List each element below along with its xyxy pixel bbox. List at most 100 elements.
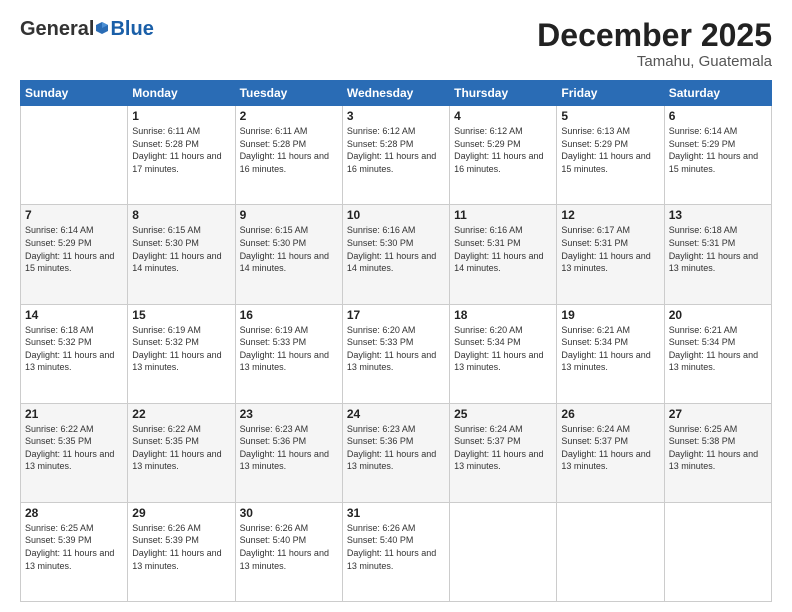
calendar-header-row: SundayMondayTuesdayWednesdayThursdayFrid… [21,81,772,106]
calendar-cell: 7 Sunrise: 6:14 AMSunset: 5:29 PMDaylight… [21,205,128,304]
calendar-cell: 17 Sunrise: 6:20 AMSunset: 5:33 PMDayligh… [342,304,449,403]
day-header-sunday: Sunday [21,81,128,106]
calendar-cell: 12 Sunrise: 6:17 AMSunset: 5:31 PMDayligh… [557,205,664,304]
day-info: Sunrise: 6:26 AMSunset: 5:40 PMDaylight:… [240,522,338,572]
day-number: 22 [132,407,230,421]
day-info: Sunrise: 6:25 AMSunset: 5:39 PMDaylight:… [25,522,123,572]
calendar-cell: 2Sunrise: 6:11 AMSunset: 5:28 PMDaylight… [235,106,342,205]
calendar-week-row: 21 Sunrise: 6:22 AMSunset: 5:35 PMDayligh… [21,403,772,502]
calendar-cell: 28 Sunrise: 6:25 AMSunset: 5:39 PMDayligh… [21,502,128,601]
day-number: 31 [347,506,445,520]
day-info: Sunrise: 6:23 AMSunset: 5:36 PMDaylight:… [347,423,445,473]
day-header-tuesday: Tuesday [235,81,342,106]
calendar-cell: 27 Sunrise: 6:25 AMSunset: 5:38 PMDayligh… [664,403,771,502]
day-number: 7 [25,208,123,222]
calendar-cell: 26 Sunrise: 6:24 AMSunset: 5:37 PMDayligh… [557,403,664,502]
day-number: 1 [132,109,230,123]
calendar-cell: 22 Sunrise: 6:22 AMSunset: 5:35 PMDayligh… [128,403,235,502]
day-info: Sunrise: 6:15 AMSunset: 5:30 PMDaylight:… [132,224,230,274]
calendar-cell: 8 Sunrise: 6:15 AMSunset: 5:30 PMDaylight… [128,205,235,304]
day-info: Sunrise: 6:16 AMSunset: 5:30 PMDaylight:… [347,224,445,274]
day-number: 17 [347,308,445,322]
day-number: 26 [561,407,659,421]
day-number: 15 [132,308,230,322]
calendar-cell: 1 Sunrise: 6:11 AMSunset: 5:28 PMDaylight… [128,106,235,205]
calendar-cell: 13 Sunrise: 6:18 AMSunset: 5:31 PMDayligh… [664,205,771,304]
day-number: 19 [561,308,659,322]
day-number: 9 [240,208,338,222]
calendar-cell: 20Sunrise: 6:21 AMSunset: 5:34 PMDayligh… [664,304,771,403]
day-info: Sunrise: 6:18 AMSunset: 5:31 PMDaylight:… [669,224,767,274]
day-info: Sunrise: 6:15 AMSunset: 5:30 PMDaylight:… [240,224,338,274]
day-number: 18 [454,308,552,322]
day-info: Sunrise: 6:22 AMSunset: 5:35 PMDaylight:… [25,423,123,473]
calendar-cell: 23 Sunrise: 6:23 AMSunset: 5:36 PMDayligh… [235,403,342,502]
logo-general-text: General [20,18,94,41]
day-number: 8 [132,208,230,222]
day-number: 27 [669,407,767,421]
calendar-cell: 24Sunrise: 6:23 AMSunset: 5:36 PMDayligh… [342,403,449,502]
day-number: 10 [347,208,445,222]
day-number: 16 [240,308,338,322]
day-info: Sunrise: 6:14 AMSunset: 5:29 PMDaylight:… [25,224,123,274]
day-number: 4 [454,109,552,123]
calendar-cell: 25Sunrise: 6:24 AMSunset: 5:37 PMDayligh… [450,403,557,502]
logo-text: General Blue [20,18,154,41]
calendar-cell: 15 Sunrise: 6:19 AMSunset: 5:32 PMDayligh… [128,304,235,403]
day-info: Sunrise: 6:14 AMSunset: 5:29 PMDaylight:… [669,125,767,175]
calendar-cell [21,106,128,205]
logo-icon [95,21,109,35]
calendar-cell: 4 Sunrise: 6:12 AMSunset: 5:29 PMDaylight… [450,106,557,205]
calendar-cell: 30 Sunrise: 6:26 AMSunset: 5:40 PMDayligh… [235,502,342,601]
day-info: Sunrise: 6:20 AMSunset: 5:34 PMDaylight:… [454,324,552,374]
day-info: Sunrise: 6:11 AMSunset: 5:28 PMDaylight:… [132,125,230,175]
day-info: Sunrise: 6:21 AMSunset: 5:34 PMDaylight:… [669,324,767,374]
day-info: Sunrise: 6:13 AMSunset: 5:29 PMDaylight:… [561,125,659,175]
day-number: 13 [669,208,767,222]
day-info: Sunrise: 6:19 AMSunset: 5:32 PMDaylight:… [132,324,230,374]
day-number: 28 [25,506,123,520]
day-info: Sunrise: 6:12 AMSunset: 5:28 PMDaylight:… [347,125,445,175]
calendar-cell: 14 Sunrise: 6:18 AMSunset: 5:32 PMDayligh… [21,304,128,403]
day-header-wednesday: Wednesday [342,81,449,106]
day-info: Sunrise: 6:24 AMSunset: 5:37 PMDaylight:… [561,423,659,473]
day-info: Sunrise: 6:21 AMSunset: 5:34 PMDaylight:… [561,324,659,374]
day-number: 23 [240,407,338,421]
calendar-week-row: 14 Sunrise: 6:18 AMSunset: 5:32 PMDayligh… [21,304,772,403]
day-info: Sunrise: 6:17 AMSunset: 5:31 PMDaylight:… [561,224,659,274]
day-number: 30 [240,506,338,520]
calendar-cell: 6 Sunrise: 6:14 AMSunset: 5:29 PMDaylight… [664,106,771,205]
calendar-cell: 19 Sunrise: 6:21 AMSunset: 5:34 PMDayligh… [557,304,664,403]
calendar-cell: 18 Sunrise: 6:20 AMSunset: 5:34 PMDayligh… [450,304,557,403]
logo-blue-text: Blue [110,18,153,41]
calendar-table: SundayMondayTuesdayWednesdayThursdayFrid… [20,80,772,602]
day-info: Sunrise: 6:16 AMSunset: 5:31 PMDaylight:… [454,224,552,274]
day-number: 3 [347,109,445,123]
calendar-cell: 16 Sunrise: 6:19 AMSunset: 5:33 PMDayligh… [235,304,342,403]
day-number: 6 [669,109,767,123]
day-header-friday: Friday [557,81,664,106]
day-number: 29 [132,506,230,520]
day-info: Sunrise: 6:12 AMSunset: 5:29 PMDaylight:… [454,125,552,175]
day-info: Sunrise: 6:19 AMSunset: 5:33 PMDaylight:… [240,324,338,374]
day-info: Sunrise: 6:23 AMSunset: 5:36 PMDaylight:… [240,423,338,473]
day-info: Sunrise: 6:25 AMSunset: 5:38 PMDaylight:… [669,423,767,473]
day-number: 5 [561,109,659,123]
day-info: Sunrise: 6:22 AMSunset: 5:35 PMDaylight:… [132,423,230,473]
day-number: 12 [561,208,659,222]
day-info: Sunrise: 6:18 AMSunset: 5:32 PMDaylight:… [25,324,123,374]
day-number: 21 [25,407,123,421]
calendar-cell: 29Sunrise: 6:26 AMSunset: 5:39 PMDayligh… [128,502,235,601]
day-header-saturday: Saturday [664,81,771,106]
day-number: 14 [25,308,123,322]
day-info: Sunrise: 6:20 AMSunset: 5:33 PMDaylight:… [347,324,445,374]
day-info: Sunrise: 6:24 AMSunset: 5:37 PMDaylight:… [454,423,552,473]
logo: General Blue [20,18,154,41]
location: Tamahu, Guatemala [537,53,772,70]
title-block: December 2025 Tamahu, Guatemala [537,18,772,70]
day-header-thursday: Thursday [450,81,557,106]
calendar-cell [557,502,664,601]
calendar-week-row: 7 Sunrise: 6:14 AMSunset: 5:29 PMDaylight… [21,205,772,304]
calendar-cell: 10 Sunrise: 6:16 AMSunset: 5:30 PMDayligh… [342,205,449,304]
calendar-cell [664,502,771,601]
